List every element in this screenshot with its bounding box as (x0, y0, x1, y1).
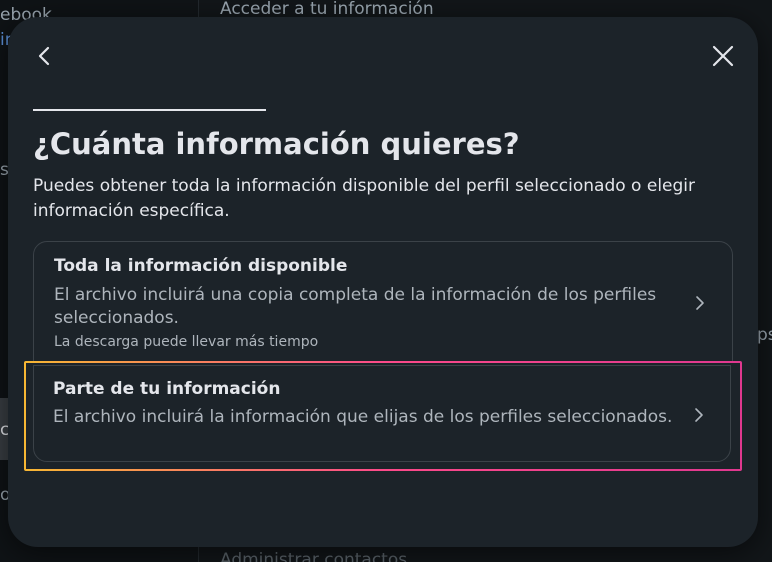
option-title: Toda la información disponible (54, 256, 348, 276)
option-partial-information[interactable]: Parte de tu información El archivo inclu… (33, 365, 731, 463)
chevron-right-icon (695, 408, 703, 422)
option-description: El archivo incluirá una copia completa d… (54, 285, 657, 328)
chevron-left-icon (38, 46, 50, 66)
close-icon (712, 45, 734, 67)
chevron-right-icon (696, 296, 704, 310)
background-bottom-text: Administrar contactos (220, 550, 408, 562)
background-right-text: ps (757, 325, 772, 345)
option-note: La descarga puede llevar más tiempo (54, 334, 319, 350)
close-button[interactable] (708, 41, 738, 71)
option-all-information[interactable]: Toda la información disponible El archiv… (34, 242, 732, 365)
back-button[interactable] (30, 41, 60, 71)
dialog-subtitle: Puedes obtener toda la información dispo… (33, 176, 696, 221)
step-progress-bar (33, 109, 266, 111)
download-info-dialog: ¿Cuánta información quieres? Puedes obte… (8, 17, 758, 547)
option-description: El archivo incluirá la información que e… (53, 407, 673, 427)
dialog-title: ¿Cuánta información quieres? (33, 127, 520, 161)
option-title: Parte de tu información (53, 379, 281, 399)
